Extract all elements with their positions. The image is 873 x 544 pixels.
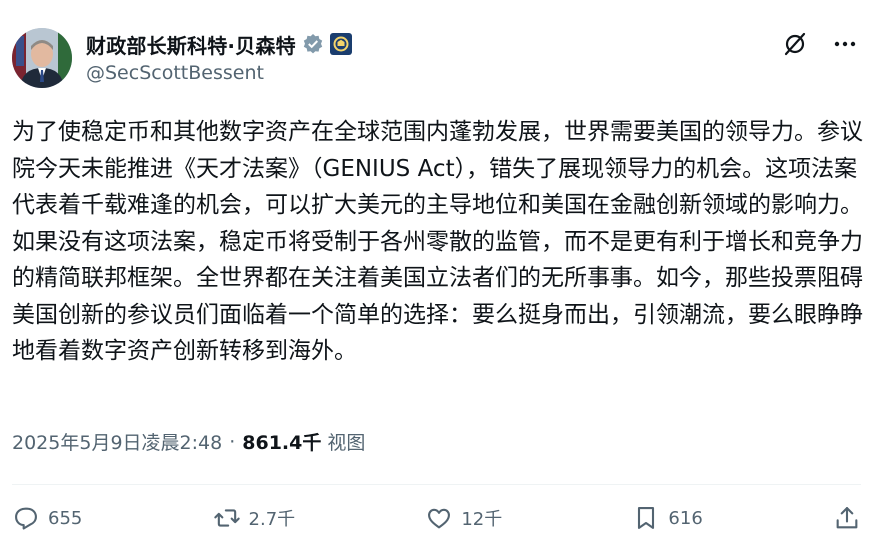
like-count: 12千 bbox=[461, 509, 503, 530]
repost-count: 2.7千 bbox=[248, 509, 296, 530]
tweet-timestamp[interactable]: 2025年5月9日凌晨2:48 bbox=[12, 428, 222, 455]
like-button[interactable]: 12千 bbox=[425, 504, 502, 532]
author-name-row: 财政部长斯科特·贝森特 bbox=[86, 28, 352, 60]
more-icon[interactable] bbox=[831, 30, 859, 58]
treasury-seal-icon[interactable] bbox=[329, 33, 352, 55]
meta-separator: · bbox=[229, 430, 236, 453]
repost-icon bbox=[213, 509, 240, 527]
views-label: 视图 bbox=[327, 432, 366, 454]
author-avatar[interactable] bbox=[12, 28, 72, 88]
tweet-text: 为了使稳定币和其他数字资产在全球范围内蓬勃发展，世界需要美国的领导力。参议院今天… bbox=[12, 119, 863, 364]
share-icon bbox=[836, 507, 858, 529]
bookmark-button[interactable]: 616 bbox=[632, 504, 703, 532]
like-icon bbox=[428, 508, 451, 529]
reply-icon bbox=[15, 507, 37, 530]
views-count: 861.4千 bbox=[242, 432, 322, 454]
tweet-action-bar: 655 2.7千 12千 616 bbox=[12, 498, 861, 538]
verified-badge-icon bbox=[302, 33, 324, 55]
grok-icon[interactable] bbox=[781, 30, 809, 58]
divider bbox=[12, 484, 861, 485]
author-display-name[interactable]: 财政部长斯科特·贝森特 bbox=[86, 30, 296, 59]
reply-button[interactable]: 655 bbox=[12, 504, 82, 532]
tweet-top-actions bbox=[781, 30, 859, 58]
repost-button[interactable]: 2.7千 bbox=[213, 504, 296, 532]
bookmark-icon bbox=[638, 507, 655, 529]
author-handle[interactable]: @SecScottBessent bbox=[86, 62, 264, 84]
tweet-meta: 2025年5月9日凌晨2:48 · 861.4千 视图 bbox=[12, 428, 365, 455]
bookmark-count: 616 bbox=[668, 507, 703, 529]
share-button[interactable] bbox=[833, 504, 861, 532]
reply-count: 655 bbox=[48, 507, 83, 529]
